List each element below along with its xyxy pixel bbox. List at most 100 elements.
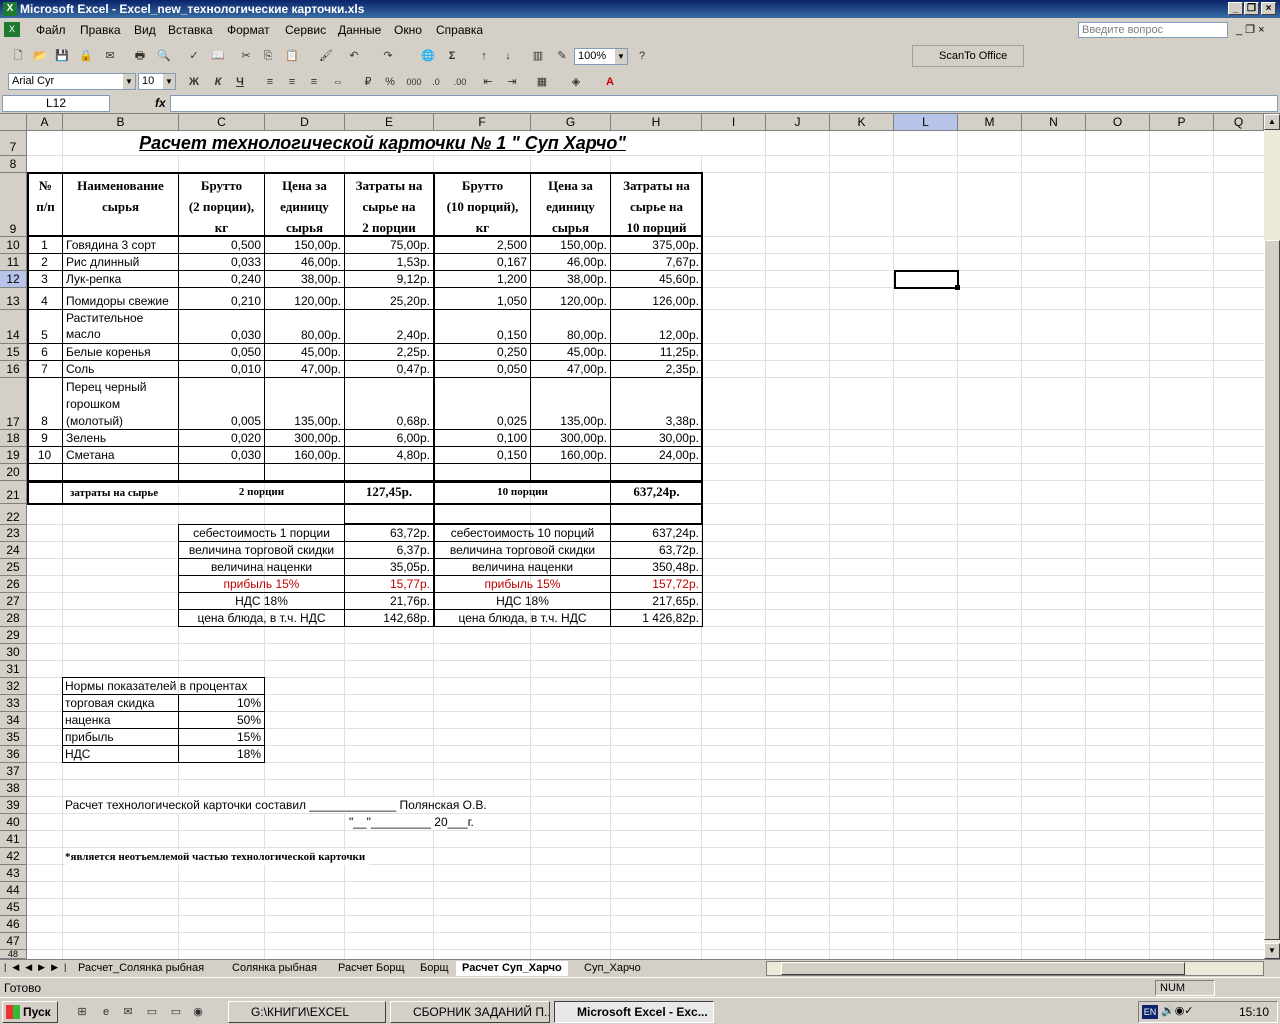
column-header-b[interactable]: B (63, 114, 179, 131)
row-header[interactable]: 18 (0, 430, 27, 447)
tab-borsch[interactable]: Борщ (414, 961, 455, 976)
row-header[interactable]: 17 (0, 378, 27, 430)
column-header-c[interactable]: C (179, 114, 265, 131)
formula-input[interactable] (170, 95, 1278, 112)
row-header[interactable]: 33 (0, 695, 27, 712)
row-header[interactable]: 12 (0, 271, 27, 288)
row-header[interactable]: 32 (0, 678, 27, 695)
tab-rasschet-borsch[interactable]: Расчет Борщ (332, 961, 411, 976)
currency-icon[interactable]: ₽ (358, 72, 378, 92)
menu-help[interactable]: Справка (436, 23, 483, 37)
row-header[interactable]: 21 (0, 481, 27, 504)
totals-2-value[interactable]: 127,45р. (345, 484, 433, 500)
scroll-thumb[interactable] (1264, 240, 1280, 940)
paste-icon[interactable]: 📋 (282, 46, 302, 66)
row-header[interactable]: 34 (0, 712, 27, 729)
column-header-f[interactable]: F (434, 114, 531, 131)
align-center-icon[interactable]: ≡ (282, 72, 302, 92)
row-header[interactable]: 41 (0, 831, 27, 848)
column-header-j[interactable]: J (766, 114, 830, 131)
row-header[interactable]: 43 (0, 865, 27, 882)
task-folder[interactable]: G:\КНИГИ\EXCEL (228, 1001, 386, 1023)
row-header[interactable]: 22 (0, 504, 27, 525)
merge-center-icon[interactable]: ⇔ (328, 72, 348, 92)
open-icon[interactable]: 📂 (30, 46, 50, 66)
column-header-e[interactable]: E (345, 114, 434, 131)
new-icon[interactable]: 🗋 (8, 46, 28, 66)
norms-title[interactable]: Нормы показателей в процентах (65, 678, 247, 694)
ask-question-input[interactable]: Введите вопрос (1078, 22, 1228, 38)
row-header[interactable]: 46 (0, 916, 27, 933)
align-right-icon[interactable]: ≡ (304, 72, 324, 92)
close-button[interactable]: × (1261, 2, 1276, 15)
save-icon[interactable]: 💾 (52, 46, 72, 66)
percent-button[interactable]: % (380, 72, 400, 92)
task-excel[interactable]: Microsoft Excel - Exc... (554, 1001, 714, 1023)
fill-handle[interactable] (955, 285, 960, 290)
scanto-office-button[interactable]: ScanTo Office (912, 45, 1024, 67)
column-header-n[interactable]: N (1022, 114, 1086, 131)
fx-icon[interactable]: fx (155, 96, 166, 110)
row-header[interactable]: 7 (0, 131, 27, 156)
column-header-o[interactable]: O (1086, 114, 1150, 131)
row-header[interactable]: 28 (0, 610, 27, 627)
ie-icon[interactable]: e (96, 1002, 116, 1022)
tab-rasschet-solyanka[interactable]: Расчет_Солянка рыбная (72, 961, 210, 976)
column-header-h[interactable]: H (611, 114, 702, 131)
window-icon[interactable]: ▭ (166, 1002, 186, 1022)
zoom-select[interactable]: 100% ▼ (574, 48, 628, 65)
font-size-select[interactable]: 10 ▼ (138, 73, 176, 90)
row-header[interactable]: 40 (0, 814, 27, 831)
row-header[interactable]: 11 (0, 254, 27, 271)
row-header[interactable]: 29 (0, 627, 27, 644)
row-header[interactable]: 16 (0, 361, 27, 378)
column-header-p[interactable]: P (1150, 114, 1214, 131)
format-painter-icon[interactable]: 🖌 (316, 46, 336, 66)
row-header[interactable]: 37 (0, 763, 27, 780)
permission-icon[interactable]: 🔒 (76, 46, 96, 66)
drawing-icon[interactable]: ✎ (552, 46, 572, 66)
outlook-icon[interactable]: ✉ (118, 1002, 138, 1022)
print-icon[interactable]: 🖶 (130, 46, 150, 66)
active-cell[interactable] (894, 270, 959, 289)
decrease-decimal-icon[interactable]: .00 (450, 72, 470, 92)
menu-insert[interactable]: Вставка (168, 23, 213, 37)
row-header[interactable]: 26 (0, 576, 27, 593)
totals-10-value[interactable]: 637,24р. (611, 484, 702, 500)
hscroll-thumb[interactable] (781, 962, 1185, 975)
row-header[interactable]: 10 (0, 237, 27, 254)
menu-window[interactable]: Окно (394, 23, 422, 37)
horizontal-scrollbar[interactable] (766, 961, 1264, 976)
scroll-up-icon[interactable]: ▲ (1264, 114, 1280, 130)
fill-color-icon[interactable]: ◈ (566, 72, 586, 92)
row-header[interactable]: 14 (0, 310, 27, 344)
row-header[interactable]: 27 (0, 593, 27, 610)
decrease-indent-icon[interactable]: ⇤ (478, 72, 498, 92)
row-header[interactable]: 31 (0, 661, 27, 678)
copy-icon[interactable]: ⎘ (258, 46, 278, 66)
desktop-icon[interactable]: ▭ (142, 1002, 162, 1022)
row-header[interactable]: 23 (0, 525, 27, 542)
row-header[interactable]: 35 (0, 729, 27, 746)
scroll-down-icon[interactable]: ▼ (1264, 943, 1280, 959)
totals-label[interactable]: затраты на сырье (70, 485, 158, 501)
menu-view[interactable]: Вид (134, 23, 156, 37)
thousands-button[interactable]: 000 (404, 72, 424, 92)
row-header[interactable]: 19 (0, 447, 27, 464)
signature-line[interactable]: Расчет технологической карточки составил… (65, 797, 491, 813)
worksheet-grid[interactable]: Расчет технологической карточки № 1 " Су… (27, 131, 1264, 959)
task-word[interactable]: СБОРНИК ЗАДАНИЙ П... (390, 1001, 550, 1023)
increase-indent-icon[interactable]: ⇥ (502, 72, 522, 92)
row-header[interactable]: 39 (0, 797, 27, 814)
bold-button[interactable]: Ж (184, 72, 204, 92)
restore-button[interactable]: ❐ (1244, 2, 1259, 15)
preview-icon[interactable]: 🔍 (154, 46, 174, 66)
email-icon[interactable]: ✉ (100, 46, 120, 66)
row-header[interactable]: 36 (0, 746, 27, 763)
tab-kharcho[interactable]: Суп_Харчо (578, 961, 647, 976)
workbook-icon[interactable]: X (4, 22, 20, 37)
font-select[interactable]: Arial Cyr ▼ (8, 73, 136, 90)
column-header-i[interactable]: I (702, 114, 766, 131)
menu-format[interactable]: Формат (227, 23, 270, 37)
column-header-d[interactable]: D (265, 114, 345, 131)
